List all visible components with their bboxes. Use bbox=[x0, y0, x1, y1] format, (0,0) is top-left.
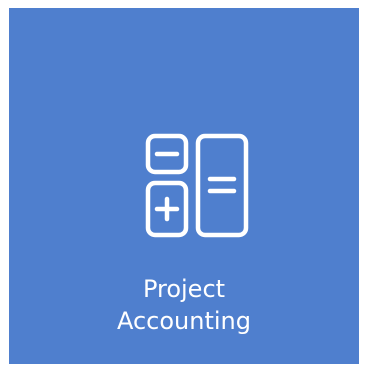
tile-label-line-2: Accounting bbox=[116, 307, 251, 335]
tile-label: Project Accounting bbox=[9, 273, 359, 337]
tile-label-line-1: Project bbox=[142, 275, 226, 303]
calculator-icon bbox=[137, 125, 257, 245]
project-accounting-tile[interactable]: Project Accounting bbox=[9, 8, 359, 364]
